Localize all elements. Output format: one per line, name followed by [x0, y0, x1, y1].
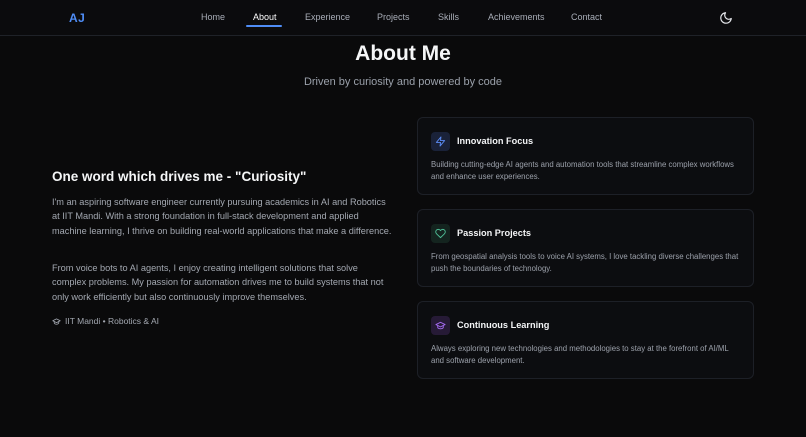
graduation-cap-icon: [52, 318, 61, 325]
navbar: AJ Home About Experience Projects Skills…: [0, 0, 806, 36]
about-heading: One word which drives me - "Curiosity": [52, 169, 307, 184]
card-icon-wrapper: [431, 132, 450, 151]
card-title: Innovation Focus: [457, 136, 534, 146]
about-paragraph-2: From voice bots to AI agents, I enjoy cr…: [52, 263, 384, 302]
active-nav-indicator: [246, 25, 282, 27]
card-innovation-focus: Innovation Focus Building cutting-edge A…: [417, 117, 754, 195]
lightning-icon: [435, 136, 446, 147]
card-description: From geospatial analysis tools to voice …: [431, 252, 739, 273]
page-subtitle: Driven by curiosity and powered by code: [303, 76, 503, 88]
education-line: IIT Mandi • Robotics & AI: [52, 316, 159, 326]
about-paragraph-1: I'm an aspiring software engineer curren…: [52, 197, 392, 236]
card-continuous-learning: Continuous Learning Always exploring new…: [417, 301, 754, 379]
card-description: Always exploring new technologies and me…: [431, 344, 729, 365]
page-title: About Me: [355, 42, 451, 65]
nav-links: Home About Experience Projects Skills Ac…: [0, 0, 806, 36]
card-icon-wrapper: [431, 316, 450, 335]
card-passion-projects: Passion Projects From geospatial analysi…: [417, 209, 754, 287]
nav-link-experience[interactable]: Experience: [305, 12, 350, 22]
card-icon-wrapper: [431, 224, 450, 243]
education-text: IIT Mandi • Robotics & AI: [65, 316, 159, 326]
nav-link-home[interactable]: Home: [201, 12, 225, 22]
nav-link-contact[interactable]: Contact: [571, 12, 602, 22]
card-description: Building cutting-edge AI agents and auto…: [431, 160, 734, 181]
graduation-cap-icon: [435, 321, 446, 330]
heart-icon: [435, 228, 446, 239]
nav-link-skills[interactable]: Skills: [438, 12, 459, 22]
moon-icon: [720, 12, 732, 24]
card-title: Passion Projects: [457, 228, 532, 238]
theme-toggle-button[interactable]: [719, 11, 733, 25]
nav-link-projects[interactable]: Projects: [377, 12, 410, 22]
nav-link-about[interactable]: About: [253, 12, 277, 22]
card-title: Continuous Learning: [457, 320, 550, 330]
nav-link-achievements[interactable]: Achievements: [488, 12, 545, 22]
